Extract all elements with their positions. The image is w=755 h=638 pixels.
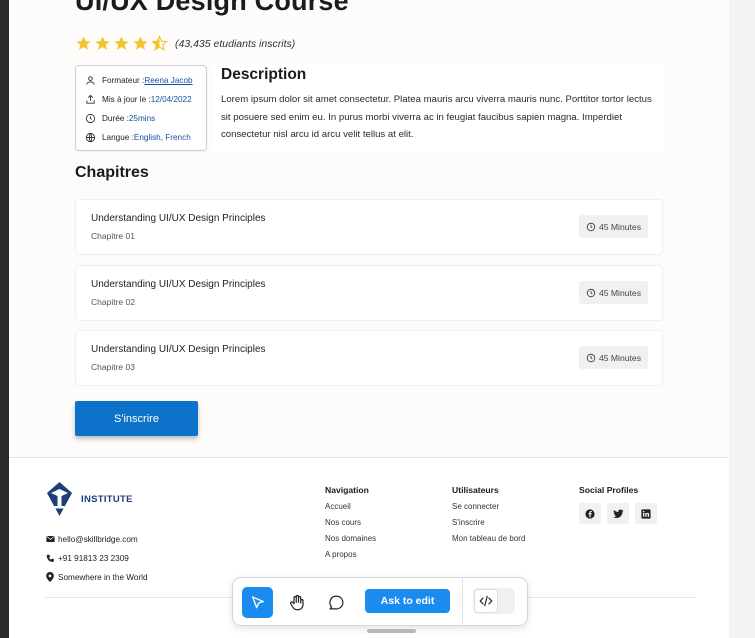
course-page: UI/UX Design Course (43,435 etudiants in… xyxy=(9,0,729,638)
chapter-number: Chapitre 02 xyxy=(91,297,135,307)
share-icon xyxy=(84,93,96,105)
footer-link-signup[interactable]: S'inscrire xyxy=(452,519,525,527)
meta-language: Langue : English, French xyxy=(84,131,191,143)
chapter-title: Understanding UI/UX Design Principles xyxy=(91,213,266,224)
comment-icon xyxy=(329,595,344,610)
window-edge xyxy=(729,0,755,638)
meta-duration: Durée : 25mins xyxy=(84,112,155,124)
brand-name: INSTITUTE xyxy=(81,493,133,505)
chapter-number: Chapitre 03 xyxy=(91,362,135,372)
chapter-item[interactable]: Understanding UI/UX Design Principles Ch… xyxy=(75,199,663,255)
duration-badge: 45 Minutes xyxy=(578,281,648,304)
contact-address: Somewhere in the World xyxy=(45,572,148,582)
phone-icon xyxy=(45,553,55,563)
clock-icon xyxy=(84,112,96,124)
description-title: Description xyxy=(221,66,307,83)
footer-link-dashboard[interactable]: Mon tableau de bord xyxy=(452,535,525,543)
chapter-number: Chapitre 01 xyxy=(91,231,135,241)
contact-phone[interactable]: +91 91813 23 2309 xyxy=(45,553,129,563)
half-star-icon xyxy=(151,35,168,51)
chapter-item[interactable]: Understanding UI/UX Design Principles Ch… xyxy=(75,330,663,386)
footer-link-accueil[interactable]: Accueil xyxy=(325,503,376,511)
chapter-title: Understanding UI/UX Design Principles xyxy=(91,344,266,355)
navigation-heading: Navigation xyxy=(325,485,369,495)
star-icon xyxy=(76,36,91,50)
hand-icon xyxy=(289,594,304,610)
cursor-icon xyxy=(251,595,264,608)
brand-logo[interactable]: INSTITUTE xyxy=(45,482,133,516)
meta-updated: Mis à jour le : 12/04/2022 xyxy=(84,93,192,105)
star-icon xyxy=(114,36,129,50)
users-heading: Utilisateurs xyxy=(452,485,499,495)
rating: (43,435 etudiants inscrits) xyxy=(74,35,295,52)
clock-icon xyxy=(586,222,596,231)
contact-email[interactable]: hello@skillbridge.com xyxy=(45,534,138,544)
hand-tool-button[interactable] xyxy=(281,587,312,618)
description-text: Lorem ipsum dolor sit amet consectetur. … xyxy=(221,94,652,140)
location-pin-icon xyxy=(45,572,55,582)
comment-tool-button[interactable] xyxy=(321,587,352,618)
social-heading: Social Profiles xyxy=(579,485,639,495)
institute-logo-icon xyxy=(47,482,72,516)
footer-social: Social Profiles xyxy=(579,485,657,524)
footer-link-a-propos[interactable]: A propos xyxy=(325,551,376,559)
trainer-link[interactable]: Reena Jacob xyxy=(144,76,192,85)
twitter-icon[interactable] xyxy=(607,503,629,524)
clock-icon xyxy=(586,353,596,362)
footer-users: Utilisateurs Se connecter S'inscrire Mon… xyxy=(452,485,525,551)
enrollment-count: (43,435 etudiants inscrits) xyxy=(175,37,296,50)
select-tool-button[interactable] xyxy=(242,587,273,618)
chapter-item[interactable]: Understanding UI/UX Design Principles Ch… xyxy=(75,265,663,321)
duration-badge: 45 Minutes xyxy=(578,215,648,238)
course-meta-card: Formateur : Reena Jacob Mis à jour le : … xyxy=(75,65,207,151)
editor-toolbar: Ask to edit xyxy=(232,577,528,626)
clock-icon xyxy=(586,288,596,297)
drag-handle[interactable] xyxy=(367,629,416,633)
duration-badge: 45 Minutes xyxy=(578,346,648,369)
ask-to-edit-button[interactable]: Ask to edit xyxy=(365,589,450,613)
user-icon xyxy=(84,74,96,86)
enroll-button[interactable]: S'inscrire xyxy=(75,401,198,436)
footer-navigation: Navigation Accueil Nos cours Nos domaine… xyxy=(325,485,376,567)
code-icon xyxy=(474,589,498,613)
footer-link-nos-domaines[interactable]: Nos domaines xyxy=(325,535,376,543)
mail-icon xyxy=(45,534,55,544)
globe-icon xyxy=(84,131,96,143)
chapters-heading: Chapitres xyxy=(75,164,149,181)
toolbar-divider xyxy=(462,578,463,625)
star-icon xyxy=(95,36,110,50)
facebook-icon[interactable] xyxy=(579,503,601,524)
footer-link-nos-cours[interactable]: Nos cours xyxy=(325,519,376,527)
linkedin-icon[interactable] xyxy=(635,503,657,524)
meta-trainer: Formateur : Reena Jacob xyxy=(84,74,193,86)
code-toggle[interactable] xyxy=(473,588,515,614)
footer-link-login[interactable]: Se connecter xyxy=(452,503,525,511)
star-icon xyxy=(133,36,148,50)
chapter-title: Understanding UI/UX Design Principles xyxy=(91,279,266,290)
description-section: Description Lorem ipsum dolor sit amet c… xyxy=(214,63,664,153)
course-title: UI/UX Design Course xyxy=(75,0,349,16)
